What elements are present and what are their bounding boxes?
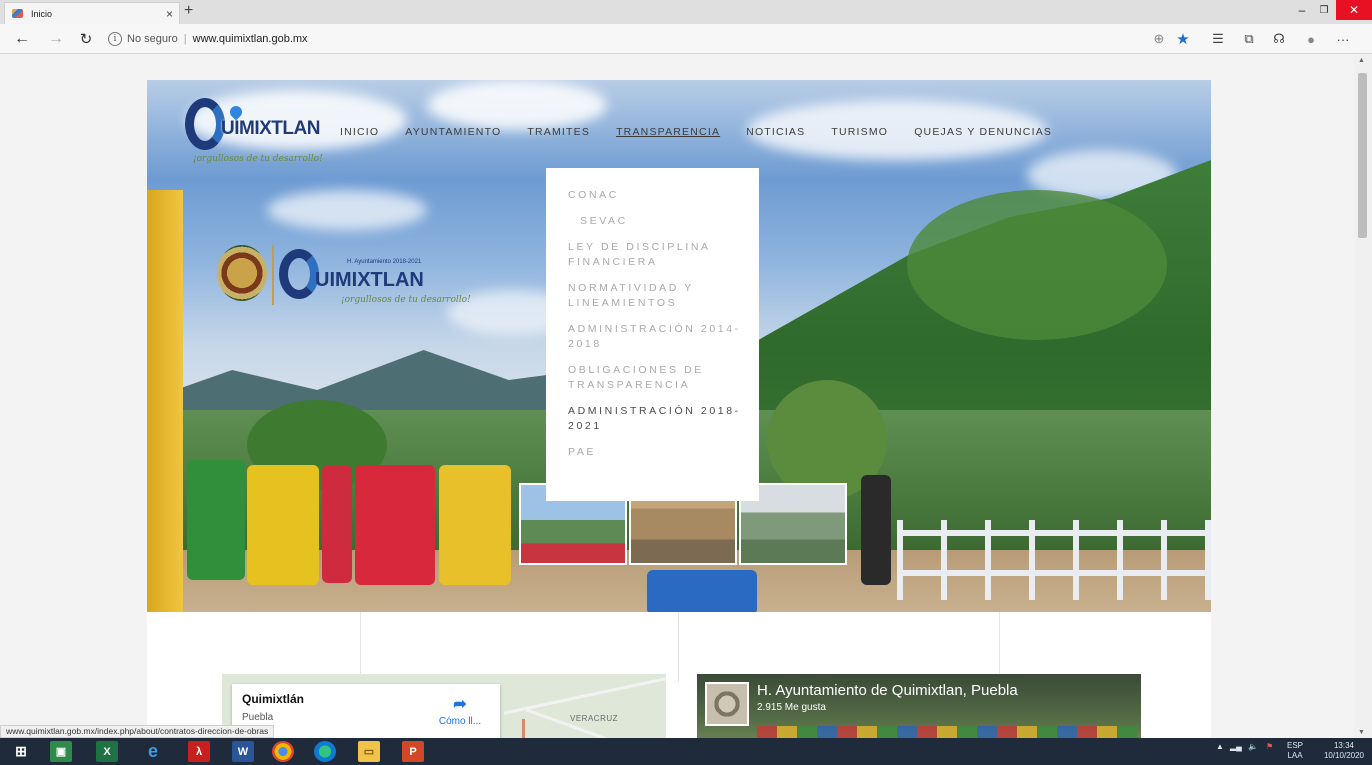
url-field[interactable]: i No seguro | www.quimixtlan.gob.mx [108,28,1148,50]
directions-arrow-icon: ➦ [453,696,467,713]
browser-tab[interactable]: Inicio × [4,2,180,24]
nav-inicio[interactable]: INICIO [327,126,392,138]
security-label: No seguro [127,33,178,45]
logo2-tagline: ¡orgullosos de tu desarrollo! [341,295,471,305]
scroll-up-arrow-icon[interactable]: ▲ [1358,57,1365,64]
nav-transparencia[interactable]: TRANSPARENCIA [603,126,733,138]
column-divider [360,612,361,682]
menu-item-administracion-2018-2021[interactable]: ADMINISTRACIÓN 2018-2021 [568,404,749,434]
clock-time: 13:34 [1333,741,1355,750]
directions-button[interactable]: ➦ Cómo ll... [430,694,490,727]
directions-label: Cómo ll... [438,716,482,727]
logo-divider [272,245,274,305]
excel-app-icon[interactable]: X [96,741,118,762]
logo2-text: UIMIXTLAN [315,269,424,291]
input-language[interactable]: ESP LAA [1282,741,1308,761]
nav-turismo[interactable]: TURISMO [818,126,901,138]
transparencia-dropdown: CONAC SEVAC LEY DE DISCIPLINA FINANCIERA… [546,168,759,501]
forward-arrow-icon[interactable]: → [44,28,68,50]
favorites-list-icon[interactable]: ☰ [1207,29,1229,49]
column-divider [999,612,1000,682]
joomla-favicon-icon [11,8,25,20]
zoom-icon[interactable]: ⊕ [1148,29,1170,49]
system-clock[interactable]: 13:34 10/10/2020 [1316,741,1372,761]
windows-taskbar: ⊞ ▣ X e λ W ▭ P ▲ ▂▄ 🔈 ⚑ ESP LAA 13:34 1… [0,738,1372,765]
read-aloud-icon[interactable]: ☊ [1268,29,1290,49]
restore-icon[interactable]: ❐ [1314,0,1334,20]
map-state-label: VERACRUZ [570,714,619,723]
scroll-thumb[interactable] [1358,73,1367,238]
back-arrow-icon[interactable]: ← [10,28,34,50]
column-divider [678,612,679,682]
store-app-icon[interactable]: ▣ [50,741,72,762]
word-app-icon[interactable]: W [232,741,254,762]
volume-icon[interactable]: 🔈 [1248,742,1258,751]
railing [897,520,1211,600]
menu-item-sevac[interactable]: SEVAC [568,214,749,229]
vertical-scrollbar[interactable]: ▲ ▼ [1354,55,1372,738]
yellow-post [147,190,183,612]
nav-ayuntamiento[interactable]: AYUNTAMIENTO [392,126,514,138]
collections-icon[interactable]: ⧉ [1238,29,1260,49]
address-bar: ← → ↻ i No seguro | www.quimixtlan.gob.m… [0,24,1372,54]
scroll-down-arrow-icon[interactable]: ▼ [1358,729,1365,736]
menu-item-pae[interactable]: PAE [568,445,749,460]
tab-strip: Inicio × + – ❐ ✕ [0,0,1372,24]
facebook-page-avatar[interactable] [705,682,749,726]
minimize-icon[interactable]: – [1292,0,1312,20]
language-code: ESP [1286,741,1303,750]
menu-item-ley-disciplina-financiera[interactable]: LEY DE DISCIPLINA FINANCIERA [568,240,749,270]
menu-item-normatividad[interactable]: NORMATIVIDAD Y LINEAMIENTOS [568,281,749,311]
windows-start-icon[interactable]: ⊞ [10,741,32,762]
language-layout: LAA [1287,751,1303,760]
url-text: www.quimixtlan.gob.mx [192,33,308,45]
logo-tagline: ¡orgullosos de tu desarrollo! [193,154,323,164]
menu-item-obligaciones[interactable]: OBLIGACIONES DE TRANSPARENCIA [568,363,749,393]
logo-text: UIMIXTLAN [221,118,320,139]
powerpoint-app-icon[interactable]: P [402,741,424,762]
file-explorer-icon[interactable]: ▭ [358,741,380,762]
tab-close-icon[interactable]: × [166,7,173,21]
edge-app-icon[interactable] [314,741,336,762]
nav-quejas-y-denuncias[interactable]: QUEJAS Y DENUNCIAS [901,126,1065,138]
clock-date: 10/10/2020 [1323,751,1365,760]
new-tab-button[interactable]: + [184,2,193,20]
favorite-star-icon[interactable]: ★ [1172,29,1194,49]
close-window-icon[interactable]: ✕ [1336,0,1372,20]
main-nav: INICIO AYUNTAMIENTO TRAMITES TRANSPARENC… [327,126,1065,138]
site-logo[interactable]: UIMIXTLAN ¡orgullosos de tu desarrollo! [185,98,335,168]
menu-item-conac[interactable]: CONAC [568,188,749,203]
facebook-page-name[interactable]: H. Ayuntamiento de Quimixtlan, Puebla [757,682,1018,699]
acrobat-app-icon[interactable]: λ [188,741,210,762]
info-icon[interactable]: i [108,32,122,46]
chrome-app-icon[interactable] [272,741,294,762]
municipal-seal-icon [217,245,267,301]
content-section: Quimixtlán Puebla ➦ Cómo ll... VERACRUZ … [147,612,1211,738]
logo2-period: H. Ayuntamiento 2018-2021 [347,259,422,265]
menu-item-administracion-2014-2018[interactable]: ADMINISTRACIÓN 2014-2018 [568,322,749,352]
more-menu-icon[interactable]: ··· [1332,29,1354,49]
tab-title: Inicio [31,8,53,19]
logo-q-mark [185,98,225,150]
url-separator: | [183,33,187,45]
network-icon[interactable]: ▂▄ [1230,742,1242,751]
internet-explorer-icon[interactable]: e [142,741,164,762]
status-link-preview: www.quimixtlan.gob.mx/index.php/about/co… [0,725,275,738]
facebook-likes-count: 2.915 Me gusta [757,702,826,713]
page-viewport: UIMIXTLAN ¡orgullosos de tu desarrollo! … [0,55,1354,738]
logo2-q-mark [279,249,319,299]
facebook-page-plugin[interactable]: H. Ayuntamiento de Quimixtlan, Puebla 2.… [697,674,1141,738]
tray-expand-icon[interactable]: ▲ [1216,742,1224,751]
notification-flag-icon[interactable]: ⚑ [1266,742,1273,751]
refresh-icon[interactable]: ↻ [74,28,98,50]
profile-avatar-icon[interactable]: ● [1300,29,1322,49]
nav-tramites[interactable]: TRAMITES [514,126,603,138]
google-map-embed[interactable]: Quimixtlán Puebla ➦ Cómo ll... VERACRUZ [222,674,666,738]
facebook-cover-strip [757,726,1137,738]
nav-noticias[interactable]: NOTICIAS [733,126,818,138]
